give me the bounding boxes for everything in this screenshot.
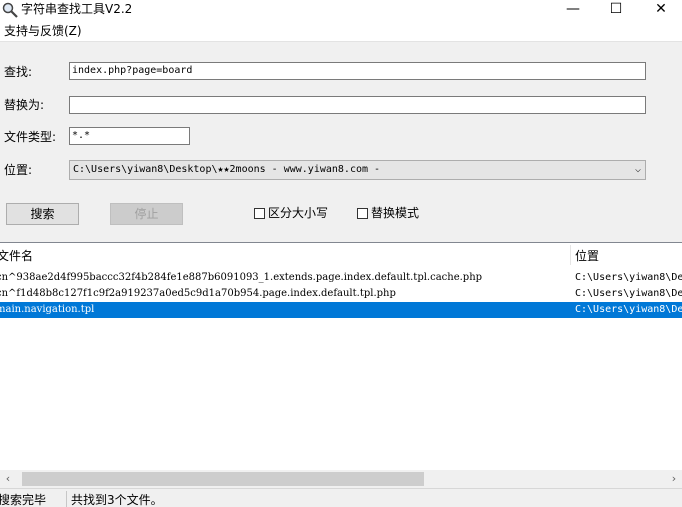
location-select[interactable]: C:\Users\yiwan8\Desktop\★★2moons - www.y… — [69, 160, 646, 180]
status-bar: 搜索完毕 共找到3个文件。 — [0, 488, 682, 507]
replace-mode-label: 替换模式 — [371, 206, 420, 220]
location-value: C:\Users\yiwan8\Desktop\★★2moons - www.y… — [73, 164, 381, 175]
find-input[interactable]: index.php?page=board — [69, 62, 646, 80]
table-row[interactable]: cn^f1d48b8c127f1c9f2a919237a0ed5c9d1a70b… — [0, 286, 682, 302]
row-filename: cn^938ae2d4f995baccc32f4b284fe1e887b6091… — [0, 272, 483, 283]
column-filename[interactable]: 文件名 — [0, 248, 33, 264]
column-location[interactable]: 位置 — [575, 248, 599, 264]
window-title: 字符串查找工具V2.2 — [21, 2, 133, 16]
menu-bar: 支持与反馈(Z) — [0, 20, 682, 42]
title-bar: 字符串查找工具V2.2 — ☐ ✕ — [0, 0, 682, 20]
location-label: 位置: — [4, 163, 33, 177]
magnifier-icon — [2, 2, 18, 18]
row-location: C:\Users\yiwan8\De — [575, 288, 682, 299]
minimize-button[interactable]: — — [550, 0, 596, 20]
table-row-selected[interactable]: main.navigation.tpl C:\Users\yiwan8\De — [0, 302, 682, 318]
row-filename: cn^f1d48b8c127f1c9f2a919237a0ed5c9d1a70b… — [0, 288, 396, 299]
case-sensitive-checkbox[interactable]: 区分大小写 — [254, 205, 328, 221]
find-label: 查找: — [4, 65, 33, 79]
case-sensitive-label: 区分大小写 — [268, 206, 329, 220]
checkbox-icon[interactable] — [254, 208, 265, 219]
row-location: C:\Users\yiwan8\De — [575, 304, 682, 315]
results-list[interactable]: 文件名 位置 cn^938ae2d4f995baccc32f4b284fe1e8… — [0, 242, 682, 471]
replace-label: 替换为: — [4, 98, 45, 112]
replace-input[interactable] — [69, 96, 646, 114]
list-header: 文件名 位置 — [0, 243, 682, 265]
status-divider — [66, 491, 67, 507]
status-state: 搜索完毕 — [0, 493, 47, 507]
scroll-left-icon[interactable]: ‹ — [0, 471, 16, 487]
status-summary: 共找到3个文件。 — [71, 493, 163, 507]
column-divider[interactable] — [570, 245, 571, 265]
filetype-input[interactable]: *.* — [69, 127, 190, 145]
horizontal-scrollbar[interactable]: ‹ › — [0, 470, 682, 488]
row-location: C:\Users\yiwan8\De — [575, 272, 682, 283]
menu-support-feedback[interactable]: 支持与反馈(Z) — [4, 23, 82, 39]
row-filename: main.navigation.tpl — [0, 304, 95, 315]
filetype-label: 文件类型: — [4, 130, 57, 144]
chevron-down-icon[interactable]: ⌵ — [635, 161, 641, 179]
table-row[interactable]: cn^938ae2d4f995baccc32f4b284fe1e887b6091… — [0, 270, 682, 286]
stop-button[interactable]: 停止 — [110, 203, 183, 225]
scrollbar-thumb[interactable] — [22, 472, 424, 486]
close-button[interactable]: ✕ — [638, 0, 682, 20]
scroll-right-icon[interactable]: › — [666, 471, 682, 487]
checkbox-icon[interactable] — [357, 208, 368, 219]
search-button[interactable]: 搜索 — [6, 203, 79, 225]
maximize-button[interactable]: ☐ — [593, 0, 639, 20]
replace-mode-checkbox[interactable]: 替换模式 — [357, 205, 419, 221]
